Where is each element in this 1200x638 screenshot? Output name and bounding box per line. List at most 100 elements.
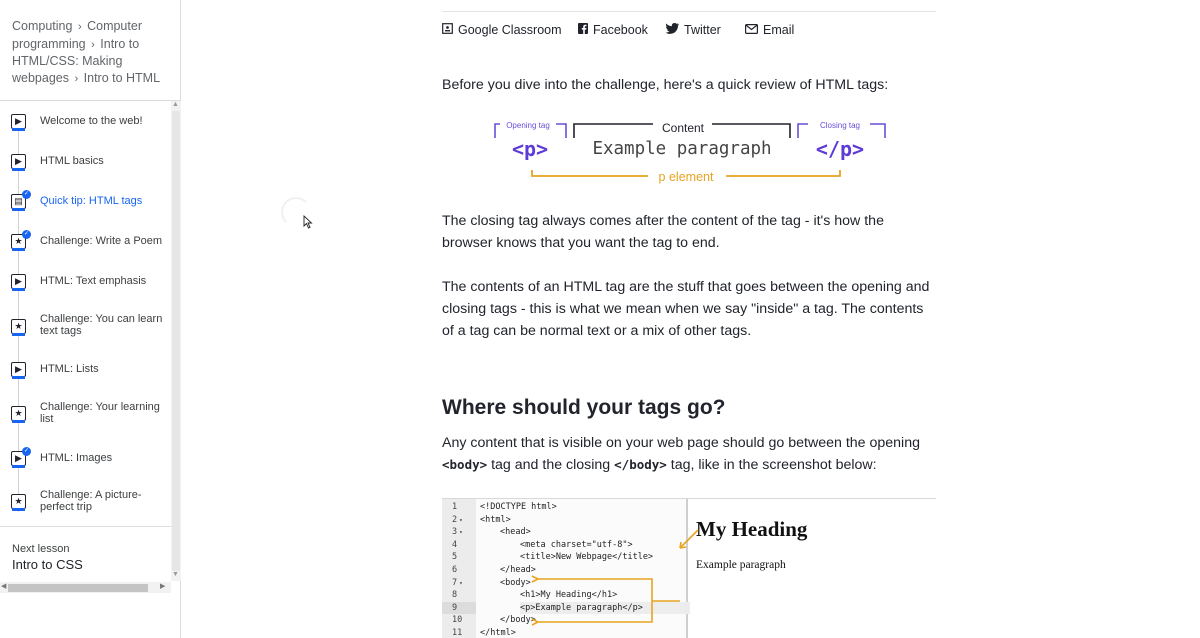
sidebar-item-html-basics[interactable]: ▶ HTML basics <box>0 141 171 181</box>
line-number-text: 5 <box>452 552 458 563</box>
opening-tag-caption: Opening tag <box>506 121 550 130</box>
code-line: <body> <box>500 577 531 588</box>
sidebar-item-label: HTML basics <box>40 155 104 167</box>
next-lesson-link[interactable]: Intro to CSS <box>12 557 83 572</box>
inline-code: <body> <box>442 457 488 472</box>
progress-bar <box>12 208 25 211</box>
sidebar-item-text-tags-challenge[interactable]: ★ Challenge: You can learn text tags <box>0 301 171 351</box>
breadcrumb-separator: › <box>77 21 82 33</box>
share-label: Facebook <box>593 23 648 37</box>
sidebar-vertical-scrollbar[interactable]: ▲ ▼ <box>171 101 181 581</box>
play-icon: ▶ <box>11 154 26 169</box>
sidebar-item-label: Challenge: You can learn text tags <box>40 313 163 337</box>
element-caption: p element <box>659 170 714 184</box>
sidebar-item-learning-list-challenge[interactable]: ★ Challenge: Your learning list <box>0 391 171 439</box>
code-line: <head> <box>500 527 531 538</box>
check-icon: ✓ <box>22 190 31 199</box>
lesson-list: ▶ Welcome to the web! ▶ HTML basics ▤ ✓ … <box>0 101 171 526</box>
mouse-cursor-icon <box>303 215 313 229</box>
progress-bar <box>12 128 25 131</box>
fold-arrow-icon[interactable]: ▾ <box>459 517 463 524</box>
line-number-text: 6 <box>452 565 458 575</box>
share-label: Google Classroom <box>458 23 562 37</box>
progress-bar <box>12 168 25 171</box>
star-icon: ★ <box>11 319 26 334</box>
fold-arrow-icon[interactable]: ▾ <box>459 580 463 587</box>
line-number-text: 3 <box>452 527 458 538</box>
scroll-left-icon[interactable]: ◀ <box>1 582 6 590</box>
line-number: 2 ▾ <box>442 514 476 527</box>
progress-bar <box>12 465 25 468</box>
progress-bar <box>12 248 25 251</box>
sidebar-item-quick-tip[interactable]: ▤ ✓ Quick tip: HTML tags <box>0 181 171 221</box>
code-line: </html> <box>480 628 516 638</box>
line-number: 11 <box>442 627 476 638</box>
code-line: </body> <box>500 615 536 626</box>
scrollbar-thumb[interactable] <box>8 584 148 592</box>
sidebar-item-label: HTML: Lists <box>40 363 99 375</box>
webpage-preview-panel: My Heading Example paragraph <box>690 499 936 638</box>
line-number-text: 8 <box>452 590 458 601</box>
sidebar-item-lists[interactable]: ▶ HTML: Lists <box>0 351 171 391</box>
play-icon: ▶ <box>11 274 26 289</box>
html-tag-diagram: Opening tag <p> Content Example paragrap… <box>494 121 886 184</box>
close-tag-text: </p> <box>816 137 864 161</box>
sidebar-item-images[interactable]: ▶ ✓ HTML: Images <box>0 439 171 479</box>
breadcrumb-separator: › <box>91 38 95 51</box>
line-number: 8 <box>442 589 476 602</box>
play-icon: ▶ <box>11 362 26 377</box>
scroll-right-icon[interactable]: ▶ <box>160 582 165 590</box>
breadcrumb-separator: › <box>74 72 79 85</box>
intro-paragraph: Before you dive into the challenge, here… <box>442 77 889 93</box>
share-label: Email <box>763 23 795 37</box>
sidebar-horizontal-scrollbar[interactable]: ◀ ▶ <box>0 582 171 593</box>
line-number-text: 10 <box>452 615 463 626</box>
breadcrumb-link-intro-to-html[interactable]: Intro to HTML <box>84 71 160 85</box>
scroll-down-icon[interactable]: ▼ <box>172 571 179 578</box>
preview-paragraph: Example paragraph <box>696 559 786 571</box>
tag-contents-paragraph: The contents of an HTML tag are the stuf… <box>442 279 930 339</box>
sidebar-item-label: HTML: Images <box>40 452 113 464</box>
code-line: <!DOCTYPE html> <box>480 502 557 512</box>
open-tag-text: <p> <box>512 137 548 161</box>
star-icon: ★ <box>11 494 26 509</box>
share-email-button[interactable]: Email <box>745 23 794 37</box>
scroll-up-icon[interactable]: ▲ <box>172 101 179 108</box>
closing-tag-paragraph: The closing tag always comes after the c… <box>442 213 884 251</box>
closing-tag-caption: Closing tag <box>820 121 860 130</box>
breadcrumb-link-computing[interactable]: Computing <box>12 19 72 33</box>
paragraph-text: tag, like in the screenshot below: <box>666 457 877 473</box>
content-caption: Content <box>662 121 705 135</box>
line-number: 7 ▾ <box>442 577 476 590</box>
section-heading: Where should your tags go? <box>442 396 726 419</box>
line-number-text: 9 <box>452 602 458 613</box>
tag-placement-paragraph: Any content that is visible on your web … <box>442 432 936 476</box>
sidebar-item-label: Welcome to the web! <box>40 115 143 127</box>
check-icon: ✓ <box>22 447 31 456</box>
breadcrumb: Computing › Computer programming › Intro… <box>12 18 162 87</box>
sidebar-item-picture-perfect-challenge[interactable]: ★ Challenge: A picture-perfect trip <box>0 479 171 526</box>
code-line: <html> <box>480 514 511 525</box>
sidebar-item-label: Challenge: Write a Poem <box>40 235 163 247</box>
sidebar-item-text-emphasis[interactable]: ▶ HTML: Text emphasis <box>0 261 171 301</box>
google-classroom-icon <box>442 23 453 37</box>
check-icon: ✓ <box>22 230 31 239</box>
share-facebook-button[interactable]: Facebook <box>578 23 648 37</box>
line-number: 9 <box>442 601 476 615</box>
progress-bar <box>12 420 25 423</box>
scrollbar-thumb[interactable] <box>172 111 180 571</box>
line-number-text: 7 <box>452 577 458 588</box>
lesson-sidebar: Computing › Computer programming › Intro… <box>0 0 181 638</box>
share-twitter-button[interactable]: Twitter <box>665 23 721 37</box>
sidebar-item-welcome[interactable]: ▶ Welcome to the web! <box>0 101 171 141</box>
play-icon: ▶ <box>11 114 26 129</box>
fold-arrow-icon[interactable]: ▾ <box>459 529 463 536</box>
email-icon <box>745 23 759 37</box>
share-label: Twitter <box>684 23 721 37</box>
share-google-classroom-button[interactable]: Google Classroom <box>442 23 562 37</box>
sidebar-item-write-a-poem[interactable]: ★ ✓ Challenge: Write a Poem <box>0 221 171 261</box>
line-gutter: 1 2 ▾ 3 ▾ 4 5 6 7 ▾ 8 9 10 11 <box>442 499 476 638</box>
content-text: Example paragraph <box>592 139 771 159</box>
facebook-icon <box>578 23 588 37</box>
progress-bar <box>12 508 25 511</box>
